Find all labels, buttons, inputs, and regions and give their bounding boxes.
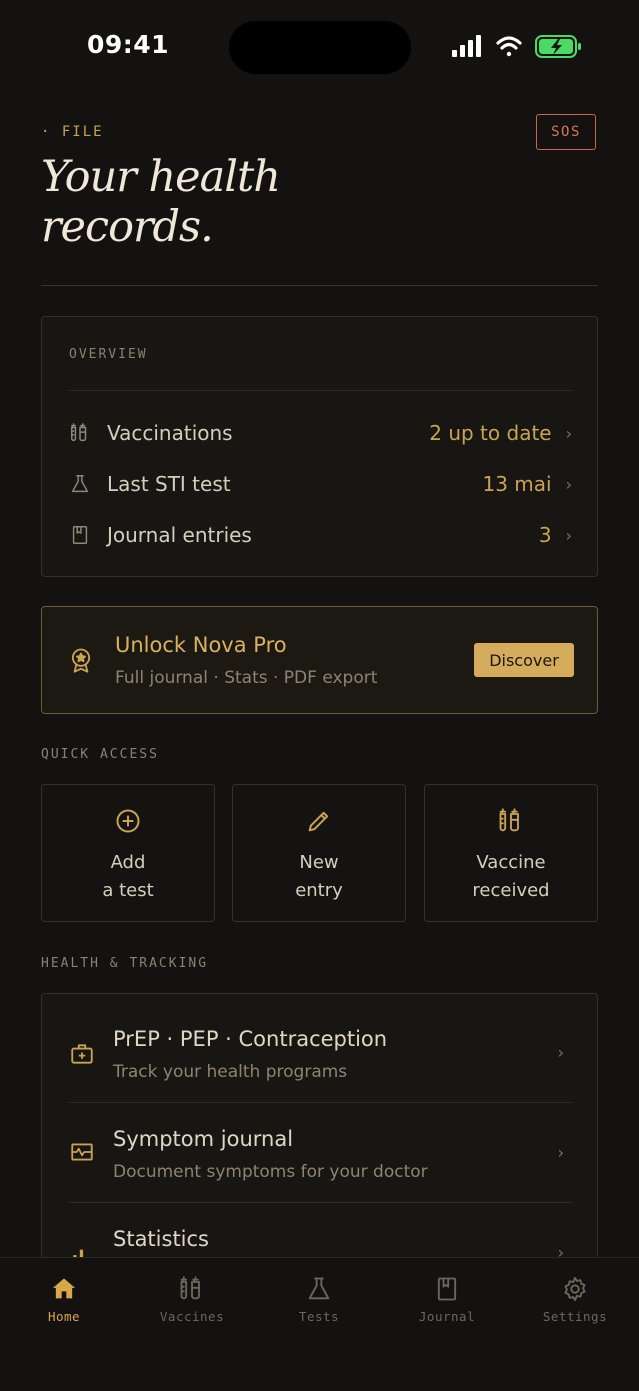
battery-icon (535, 35, 581, 58)
list-divider (69, 1202, 572, 1203)
overview-label: OVERVIEW (69, 347, 148, 362)
pro-upgrade-banner[interactable]: Unlock Nova Pro Full journal · Stats · P… (41, 606, 598, 714)
syringe-icon (178, 1275, 206, 1303)
overview-card: OVERVIEW Vaccinations 2 up to date › Las… (41, 316, 598, 577)
status-time: 09:41 (87, 30, 170, 59)
overview-divider (69, 390, 572, 391)
plus-circle-icon (114, 807, 142, 835)
health-item-symptom-journal[interactable]: Symptom journal Document symptoms for yo… (69, 1127, 572, 1227)
tab-home[interactable]: Home (0, 1258, 128, 1338)
quick-access-label: QUICK ACCESS (41, 747, 159, 762)
tile-label: New entry (295, 852, 343, 901)
sos-button[interactable]: SOS (536, 114, 596, 150)
new-entry-tile[interactable]: New entry (232, 784, 406, 922)
signal-icon (452, 35, 481, 57)
health-item-subtitle: Track your health programs (113, 1062, 348, 1082)
tile-label: Add a test (102, 852, 154, 901)
pencil-icon (305, 807, 333, 835)
tab-label: Home (47, 1309, 81, 1324)
pulse-icon (69, 1139, 95, 1165)
header-divider (41, 285, 598, 286)
flask-icon (69, 473, 91, 495)
overview-row-label: Last STI test (107, 472, 231, 496)
health-item-title: Symptom journal (113, 1127, 294, 1151)
status-icons (452, 33, 582, 61)
wifi-icon (496, 36, 522, 57)
list-divider (69, 1102, 572, 1103)
chevron-right-icon: › (557, 1143, 564, 1162)
overview-row-value: 3 (538, 523, 552, 547)
bookmark-book-icon (69, 524, 91, 546)
overview-row-sti-test[interactable]: Last STI test 13 mai › (69, 464, 572, 504)
tab-label: Settings (542, 1309, 608, 1324)
home-icon (50, 1275, 78, 1303)
pro-banner-title: Unlock Nova Pro (115, 633, 287, 657)
syringe-icon (497, 807, 525, 835)
pro-banner-subtitle: Full journal · Stats · PDF export (115, 668, 378, 688)
tab-label: Journal (418, 1309, 476, 1324)
overview-row-journal[interactable]: Journal entries 3 › (69, 515, 572, 555)
award-badge-icon (67, 646, 95, 674)
chevron-right-icon: › (565, 474, 572, 494)
health-item-prep-pep[interactable]: PrEP · PEP · Contraception Track your he… (69, 1027, 572, 1127)
dynamic-island (229, 21, 411, 74)
health-item-title: Statistics (113, 1227, 209, 1251)
tab-settings[interactable]: Settings (511, 1258, 639, 1338)
vaccine-received-tile[interactable]: Vaccine received (424, 784, 598, 922)
add-test-tile[interactable]: Add a test (41, 784, 215, 922)
book-icon (433, 1275, 461, 1303)
tab-label: Vaccines (159, 1309, 225, 1324)
chevron-right-icon: › (565, 423, 572, 443)
gear-icon (561, 1275, 589, 1303)
page-title: Your health records. (41, 152, 281, 252)
syringe-icon (69, 422, 91, 444)
overview-row-value: 13 mai (482, 472, 552, 496)
overview-row-label: Journal entries (107, 523, 252, 547)
tab-tests[interactable]: Tests (255, 1258, 383, 1338)
health-item-title: PrEP · PEP · Contraception (113, 1027, 388, 1051)
health-item-subtitle: Document symptoms for your doctor (113, 1162, 428, 1182)
section-eyebrow: · FILE (41, 124, 104, 140)
overview-row-value: 2 up to date (429, 421, 552, 445)
discover-button[interactable]: Discover (474, 643, 574, 677)
overview-row-label: Vaccinations (107, 421, 233, 445)
tab-label: Tests (298, 1309, 340, 1324)
flask-icon (305, 1275, 333, 1303)
tile-label: Vaccine received (472, 852, 550, 901)
overview-row-vaccinations[interactable]: Vaccinations 2 up to date › (69, 413, 572, 453)
chevron-right-icon: › (565, 525, 572, 545)
medkit-icon (69, 1041, 95, 1067)
tab-bar: Home Vaccines Tests Journal Settings (0, 1257, 639, 1391)
health-tracking-label: HEALTH & TRACKING (41, 956, 209, 971)
tab-journal[interactable]: Journal (383, 1258, 511, 1338)
chevron-right-icon: › (557, 1043, 564, 1062)
tab-vaccines[interactable]: Vaccines (128, 1258, 256, 1338)
